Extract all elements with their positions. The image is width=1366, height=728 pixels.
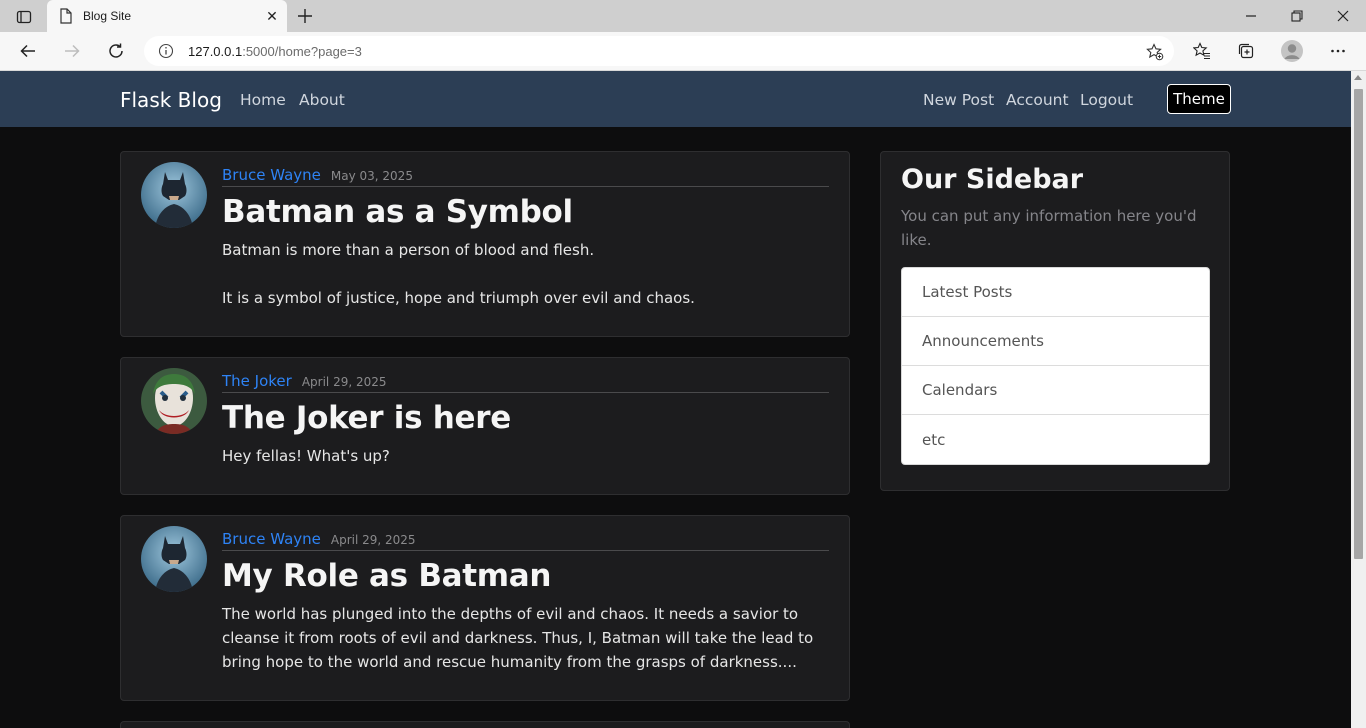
page-icon [60, 8, 72, 24]
close-icon [1337, 10, 1349, 22]
sidebar-list: Latest Posts Announcements Calendars etc [901, 267, 1210, 465]
post-title[interactable]: The Joker is here [222, 400, 511, 436]
sidebar-title: Our Sidebar [901, 164, 1084, 195]
post-date: May 03, 2025 [330, 169, 413, 183]
sidebar-item-announcements[interactable]: Announcements [902, 317, 1209, 366]
author-avatar[interactable] [141, 368, 207, 434]
post-author-link[interactable]: Bruce Wayne [222, 530, 321, 548]
nav-account-link[interactable]: Account [1006, 91, 1069, 109]
settings-more-button[interactable] [1322, 36, 1354, 66]
back-arrow-icon [20, 44, 35, 58]
author-avatar[interactable] [141, 526, 207, 592]
scrollbar-thumb[interactable] [1354, 89, 1363, 559]
post-meta: Bruce Wayne April 29, 2025 [222, 530, 829, 551]
favorites-button[interactable] [1186, 36, 1218, 66]
forward-button[interactable] [56, 36, 88, 66]
post-date: April 29, 2025 [330, 533, 416, 547]
post-card: The Joker April 29, 2025 The Joker is her… [120, 357, 850, 495]
profile-avatar-icon [1281, 40, 1303, 62]
post-author-link[interactable]: Bruce Wayne [222, 166, 321, 184]
post-card [120, 721, 850, 728]
sidebar-item-latest-posts[interactable]: Latest Posts [902, 268, 1209, 317]
post-meta: Bruce Wayne May 03, 2025 [222, 166, 829, 187]
collections-icon [1238, 43, 1254, 59]
post-card: Bruce Wayne May 03, 2025 Batman as a Symb… [120, 151, 850, 337]
theme-toggle-button[interactable]: Theme [1167, 84, 1231, 114]
batman-avatar-icon [141, 162, 207, 228]
restore-icon [1291, 10, 1303, 22]
browser-tab[interactable]: Blog Site ✕ [47, 0, 287, 32]
author-avatar[interactable] [141, 162, 207, 228]
more-horizontal-icon [1331, 49, 1345, 53]
batman-avatar-icon [141, 526, 207, 592]
url-host: 127.0.0.1 [188, 43, 243, 59]
forward-arrow-icon [65, 44, 80, 58]
nav-logout-link[interactable]: Logout [1080, 91, 1133, 109]
joker-avatar-icon [141, 368, 207, 434]
add-favorite-icon[interactable] [1146, 43, 1164, 61]
post-content: Hey fellas! What's up? [222, 447, 390, 465]
close-tab-icon[interactable]: ✕ [259, 3, 285, 29]
post-content: Batman is more than a person of blood an… [222, 241, 695, 307]
post-meta: The Joker April 29, 2025 [222, 372, 829, 393]
post-author-link[interactable]: The Joker [222, 372, 292, 390]
main-content: Bruce Wayne May 03, 2025 Batman as a Symb… [0, 127, 1351, 728]
nav-about-link[interactable]: About [299, 91, 345, 109]
favorites-icon [1193, 42, 1210, 60]
profile-button[interactable] [1276, 36, 1308, 66]
restore-button[interactable] [1274, 0, 1320, 32]
address-bar[interactable]: 127.0.0.1:5000/home?page=3 [144, 36, 1174, 66]
new-tab-button[interactable] [292, 4, 318, 28]
info-icon[interactable] [158, 43, 174, 59]
site-navbar: Flask Blog Home About New Post Account L… [0, 71, 1351, 127]
post-date: April 29, 2025 [301, 375, 387, 389]
refresh-button[interactable] [100, 36, 132, 66]
sidebar-item-etc[interactable]: etc [902, 415, 1209, 464]
tab-actions-button[interactable] [8, 6, 40, 28]
sidebar: Our Sidebar You can put any information … [880, 151, 1230, 491]
url-path: :5000/home?page=3 [242, 43, 362, 59]
browser-tab-bar: Blog Site ✕ [0, 0, 1366, 32]
refresh-icon [109, 43, 123, 58]
back-button[interactable] [12, 36, 44, 66]
post-title[interactable]: Batman as a Symbol [222, 194, 573, 230]
nav-home-link[interactable]: Home [240, 91, 286, 109]
post-content: The world has plunged into the depths of… [222, 605, 814, 671]
page-scrollbar[interactable] [1351, 71, 1366, 728]
collections-button[interactable] [1230, 36, 1262, 66]
minimize-button[interactable] [1228, 0, 1274, 32]
browser-toolbar: 127.0.0.1:5000/home?page=3 [0, 32, 1366, 71]
nav-new-post-link[interactable]: New Post [923, 91, 994, 109]
scroll-up-icon[interactable] [1354, 75, 1362, 80]
plus-icon [298, 9, 312, 23]
sidebar-item-calendars[interactable]: Calendars [902, 366, 1209, 415]
sidebar-description: You can put any information here you'd l… [901, 207, 1197, 249]
url-text: 127.0.0.1:5000/home?page=3 [188, 44, 362, 59]
minimize-icon [1246, 15, 1256, 17]
tab-title: Blog Site [83, 9, 132, 23]
close-window-button[interactable] [1320, 0, 1366, 32]
brand-link[interactable]: Flask Blog [120, 88, 222, 112]
post-title[interactable]: My Role as Batman [222, 558, 551, 594]
tab-actions-icon [16, 10, 32, 24]
post-card: Bruce Wayne April 29, 2025 My Role as Bat… [120, 515, 850, 701]
